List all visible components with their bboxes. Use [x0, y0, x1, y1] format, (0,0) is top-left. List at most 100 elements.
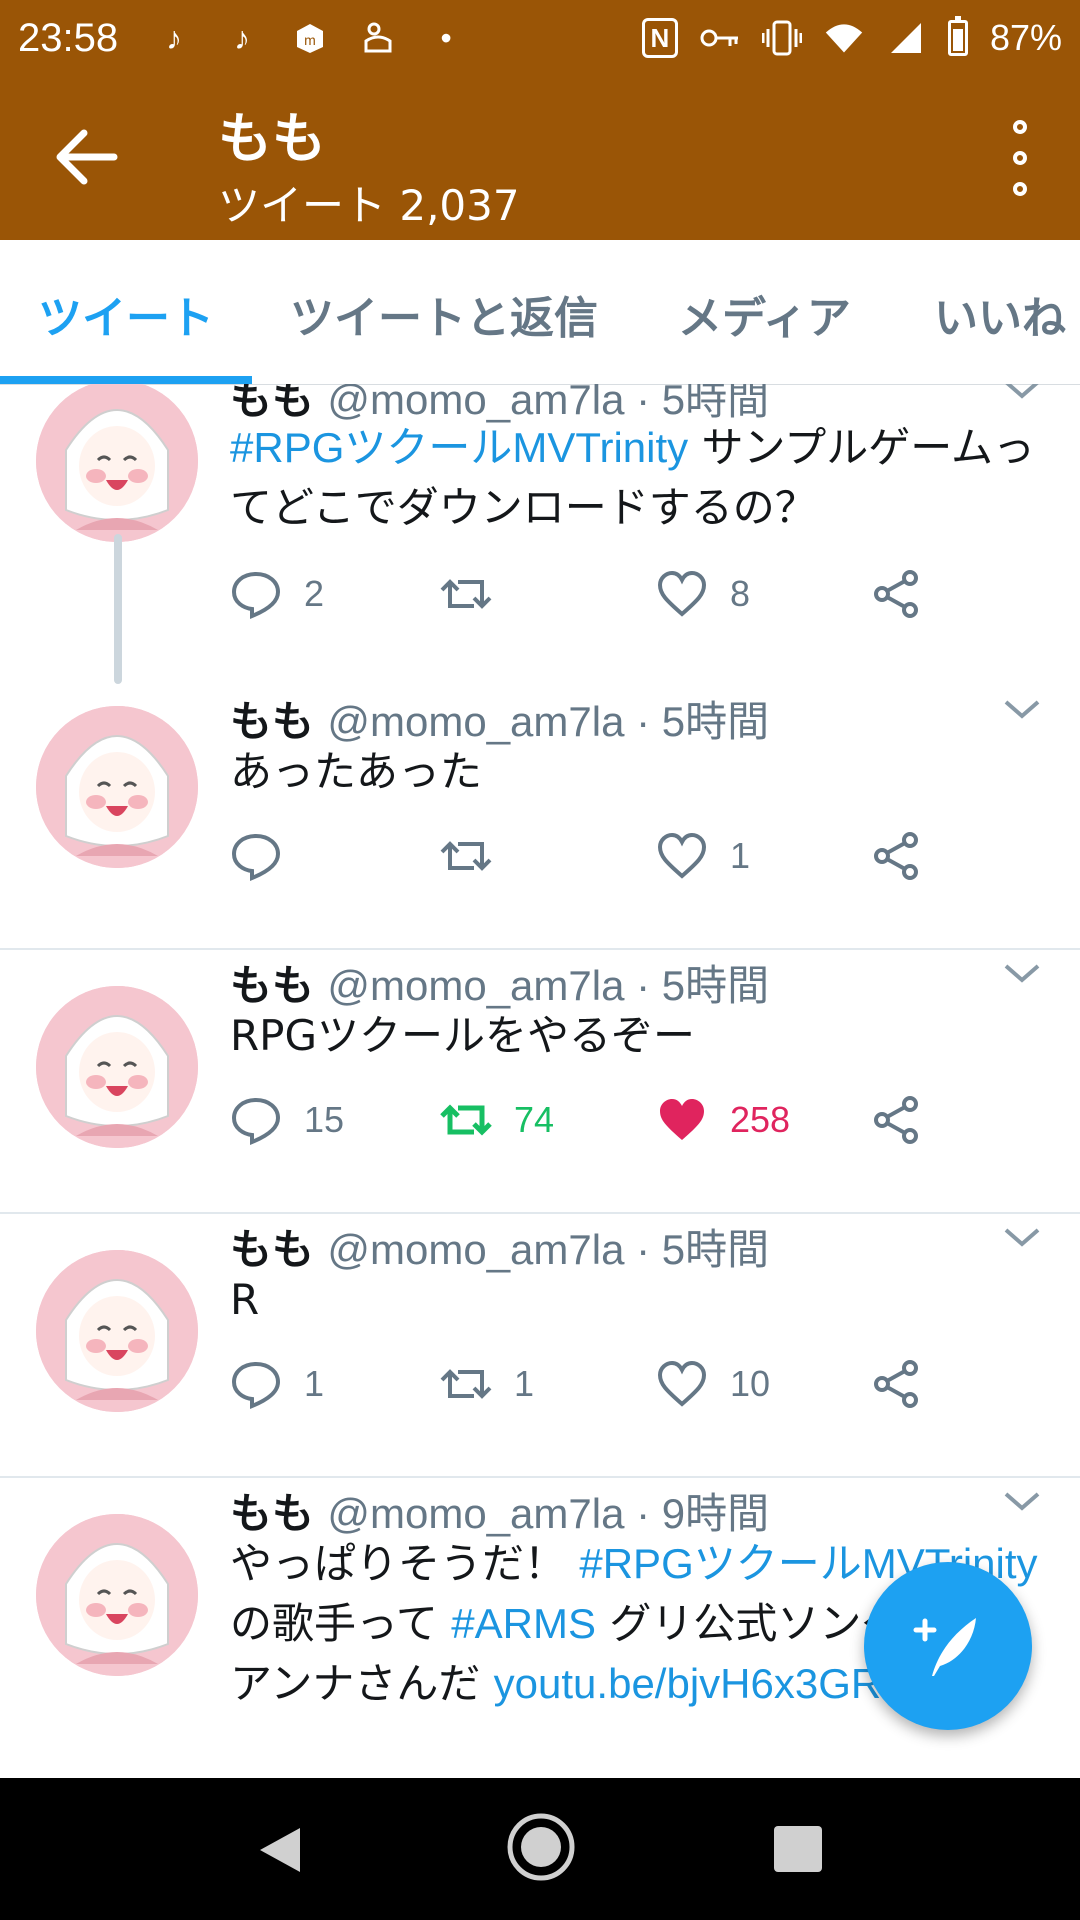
nav-home-button[interactable] [506, 1812, 576, 1882]
tweet-text: あったあった [230, 742, 1050, 802]
tab-likes[interactable]: いいね [934, 282, 1066, 346]
tweet-author-name: もも [230, 1225, 315, 1274]
tweet-author-name: もも [230, 961, 315, 1010]
back-button[interactable] [52, 122, 132, 192]
tweet-item[interactable]: もも @momo_am7la · 5時間 RPGツクールをやるぞー 15 74 … [0, 948, 1080, 1214]
nfc-icon: N [641, 18, 678, 58]
avatar[interactable] [36, 1250, 198, 1412]
reply-count: 1 [304, 1363, 325, 1404]
share-icon [874, 1096, 918, 1144]
tweet-text-segment: やっぱりそうだ！ [230, 1539, 580, 1588]
reply-button[interactable]: 1 [230, 1354, 324, 1414]
heart-icon [657, 1360, 707, 1407]
retweet-button[interactable]: 1 [440, 1354, 534, 1414]
tweet-item[interactable]: もも @momo_am7la · 5時間 あったあった 1 [0, 684, 1080, 950]
mercari-icon: m [290, 18, 330, 58]
share-button[interactable] [870, 564, 922, 624]
hashtag-link[interactable]: #RPGツクールMVTrinity [230, 424, 688, 471]
tweet-meta: @momo_am7la · 5時間 [327, 962, 770, 1009]
reply-button[interactable]: 15 [230, 1090, 344, 1150]
tweet-text: #RPGツクールMVTrinity サンプルゲームってどこでダウンロードするの？ [230, 418, 1050, 538]
reply-count: 15 [304, 1099, 345, 1140]
profile-header: もも ツイート 2,037 [0, 76, 1080, 240]
tab-tweets-and-replies[interactable]: ツイートと返信 [290, 282, 598, 346]
reply-icon [231, 571, 281, 619]
notification-icons: ♪ ♪ m • [154, 18, 466, 58]
tweet-text-segment: あったあった [230, 747, 483, 796]
tab-media[interactable]: メディア [678, 282, 851, 346]
tweet-meta: @momo_am7la · 5時間 [327, 698, 770, 745]
tiktok-icon: ♪ [234, 19, 251, 56]
profile-name: もも [218, 107, 326, 170]
share-icon [874, 1360, 918, 1408]
share-button[interactable] [870, 1354, 922, 1414]
share-icon [874, 570, 918, 618]
battery-icon [947, 16, 968, 56]
active-tab-indicator [0, 376, 252, 384]
chevron-down-icon[interactable] [1000, 1222, 1044, 1252]
tweet-actions: 1 1 10 [230, 1354, 930, 1414]
tweet-meta: @momo_am7la · 9時間 [327, 1490, 770, 1537]
tab-tweets[interactable]: ツイート [38, 282, 214, 346]
reply-button[interactable] [230, 826, 304, 886]
arrow-left-icon [56, 129, 118, 185]
dot-icon: • [440, 19, 452, 56]
retweet-button[interactable] [440, 564, 514, 624]
game-icon [358, 18, 398, 58]
retweet-icon [440, 1104, 492, 1136]
reply-icon [231, 1097, 281, 1145]
retweet-icon [440, 579, 492, 609]
tweet-item[interactable]: もも @momo_am7la · 5時間 R 1 1 10 [0, 1212, 1080, 1478]
heart-filled-icon [660, 1099, 704, 1140]
share-button[interactable] [870, 1090, 922, 1150]
vpn-key-icon [700, 18, 740, 58]
profile-tabs: ツイート ツイートと返信 メディア いいね [0, 240, 1080, 385]
retweet-count: 1 [514, 1363, 535, 1404]
tweet-meta: @momo_am7la · 5時間 [327, 1226, 770, 1273]
tweet-count: ツイート 2,037 [218, 181, 520, 230]
tiktok-icon: ♪ [166, 19, 183, 56]
tweet-author-name: もも [230, 1489, 315, 1538]
like-button[interactable]: 8 [656, 564, 750, 624]
retweet-count: 74 [514, 1099, 555, 1140]
more-vert-icon [1013, 120, 1027, 134]
tweet-text: RPGツクールをやるぞー [230, 1006, 1050, 1066]
compose-feather-icon [913, 1618, 976, 1676]
chevron-down-icon[interactable] [1000, 384, 1044, 404]
reply-icon [231, 833, 281, 881]
tweet-text: R [230, 1270, 1050, 1330]
battery-percent: 87% [989, 17, 1062, 58]
chevron-down-icon[interactable] [1000, 694, 1044, 724]
tweet-text-segment: R [230, 1275, 260, 1324]
hashtag-link[interactable]: #ARMS [451, 1600, 596, 1647]
chevron-down-icon[interactable] [1000, 1486, 1044, 1516]
tweet-item[interactable]: もも @momo_am7la · 5時間 #RPGツクールMVTrinity サ… [0, 384, 1080, 684]
more-options-button[interactable] [1000, 120, 1040, 196]
status-bar: 23:58 ♪ ♪ m • N 87% [0, 0, 1080, 76]
reply-button[interactable]: 2 [230, 564, 324, 624]
share-button[interactable] [870, 826, 922, 886]
avatar[interactable] [36, 986, 198, 1148]
heart-icon [657, 570, 707, 617]
like-button[interactable]: 10 [656, 1354, 770, 1414]
nav-recents-button[interactable] [774, 1826, 822, 1872]
retweet-icon [440, 841, 492, 871]
thread-line [114, 534, 122, 684]
retweet-button[interactable] [440, 826, 514, 886]
url-link[interactable]: youtu.be/bjvH6x3GRZI [494, 1660, 919, 1707]
like-count: 258 [730, 1099, 791, 1140]
avatar[interactable] [36, 1514, 198, 1676]
like-button[interactable]: 258 [656, 1090, 790, 1150]
retweet-button[interactable]: 74 [440, 1090, 554, 1150]
chevron-down-icon[interactable] [1000, 958, 1044, 988]
nav-back-button[interactable] [256, 1824, 304, 1876]
tweet-text-segment: の歌手って [230, 1599, 452, 1648]
avatar[interactable] [36, 384, 198, 542]
compose-tweet-button[interactable] [864, 1562, 1032, 1730]
like-button[interactable]: 1 [656, 826, 750, 886]
avatar[interactable] [36, 706, 198, 868]
wifi-icon [824, 18, 864, 58]
tweet-actions: 2 8 [230, 564, 930, 624]
like-count: 1 [730, 835, 751, 876]
system-nav-bar [0, 1778, 1080, 1920]
